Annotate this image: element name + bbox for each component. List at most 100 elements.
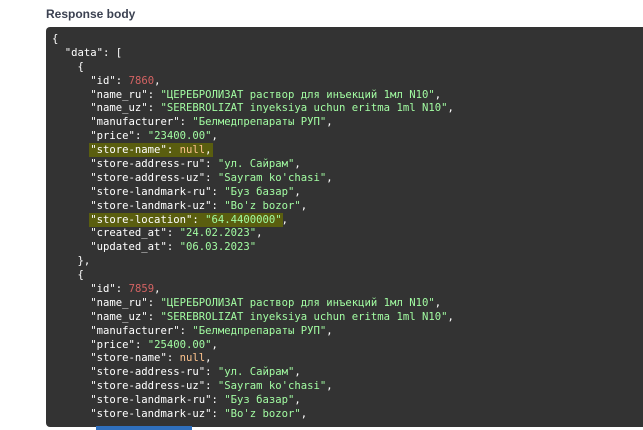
json-key: "price"	[90, 338, 135, 351]
json-key: "name_ru"	[90, 88, 148, 101]
json-punctuation: ,	[326, 116, 333, 129]
json-string: "06.03.2023"	[179, 241, 257, 254]
json-punctuation: ,	[205, 352, 212, 365]
code-line: "store-landmark-ru": "Буз базар",	[52, 186, 454, 200]
json-punctuation: ,	[294, 158, 301, 171]
code-line: "data": [	[52, 47, 454, 61]
json-key-highlighted: "store-location"	[90, 213, 193, 226]
json-punctuation: :	[179, 324, 193, 337]
json-string-highlighted: "64.4400000"	[205, 213, 282, 226]
json-string: "Sayram ko'chasi"	[217, 171, 327, 184]
json-key: "store-address-ru"	[90, 158, 206, 171]
json-number: 7859	[128, 283, 155, 296]
code-line: "store-address-uz": "Sayram ko'chasi",	[52, 172, 454, 186]
json-punctuation: :	[147, 88, 161, 101]
code-line: "manufacturer": "Белмедпрепараты РУП",	[52, 116, 454, 130]
json-punctuation: :	[211, 185, 225, 198]
json-punctuation	[52, 394, 90, 406]
json-punctuation: ,	[211, 338, 218, 351]
json-punctuation	[52, 227, 90, 239]
code-line: },	[52, 255, 454, 269]
code-line: "updated_at": "06.03.2023"	[52, 241, 454, 255]
code-line: "price": "23400.00",	[52, 130, 454, 144]
json-punctuation	[52, 172, 90, 184]
json-string: "Буз базар"	[224, 185, 295, 198]
json-key: "store-address-uz"	[90, 171, 206, 184]
partial-element-bar	[96, 426, 192, 430]
json-key: "id"	[90, 283, 116, 296]
json-punctuation: :	[134, 130, 148, 143]
json-punctuation: :	[147, 296, 161, 309]
json-punctuation	[52, 75, 90, 87]
json-key: "manufacturer"	[90, 116, 180, 129]
json-punctuation	[52, 241, 90, 253]
code-line: "name_uz": "SEREBROLIZAT inyeksiya uchun…	[52, 311, 454, 325]
json-punctuation: :	[205, 366, 218, 379]
json-punctuation: :	[166, 241, 180, 254]
json-number: 7860	[128, 74, 155, 87]
json-punctuation: ,	[294, 185, 301, 198]
json-punctuation: {	[52, 60, 84, 73]
json-key: "store-address-uz"	[90, 380, 206, 393]
json-string: "24.02.2023"	[179, 227, 257, 240]
json-punctuation: ,	[294, 366, 301, 379]
json-punctuation: },	[52, 255, 91, 268]
json-key: "store-landmark-uz"	[90, 199, 212, 212]
json-string: "23400.00"	[147, 130, 212, 143]
json-punctuation-highlighted: ,	[205, 144, 212, 157]
code-line: "manufacturer": "Белмедпрепараты РУП",	[52, 325, 454, 339]
json-string: "ЦЕРЕБРОЛИЗАТ раствор для инъекций 1мл N…	[160, 296, 435, 309]
json-punctuation: : [	[103, 46, 123, 59]
response-body-code-panel[interactable]: { "data": [ { "id": 7860, "name_ru": "ЦЕ…	[46, 27, 643, 427]
json-key: "store-address-ru"	[90, 366, 206, 379]
json-key: "store-landmark-uz"	[90, 408, 212, 421]
json-punctuation: ,	[256, 227, 263, 240]
code-line: "price": "25400.00",	[52, 339, 454, 353]
json-punctuation: :	[166, 227, 180, 240]
json-key-highlighted: "store-name"	[90, 144, 167, 157]
json-punctuation: ,	[326, 380, 333, 393]
code-line: "store-landmark-ru": "Буз базар",	[52, 394, 454, 408]
json-punctuation	[52, 408, 90, 420]
json-punctuation: :	[147, 102, 161, 115]
response-body-title: Response body	[46, 7, 136, 21]
json-key: "id"	[90, 74, 116, 87]
code-line: "store-address-ru": "ул. Сайрам",	[52, 366, 454, 380]
json-punctuation: :	[205, 380, 218, 393]
json-punctuation: :	[179, 116, 193, 129]
json-punctuation	[52, 380, 90, 392]
json-key: "price"	[90, 130, 135, 143]
json-key: "store-name"	[90, 352, 167, 365]
json-punctuation: ,	[434, 88, 442, 101]
json-punctuation	[52, 102, 90, 114]
json-punctuation	[52, 283, 90, 295]
json-punctuation: :	[211, 408, 225, 421]
code-line: "store-name": null,	[52, 144, 454, 158]
json-key: "store-landmark-ru"	[90, 185, 212, 198]
json-punctuation: :	[205, 171, 218, 184]
json-punctuation: ,	[294, 394, 301, 407]
json-string: "25400.00"	[147, 338, 212, 351]
json-key: "name_uz"	[90, 102, 148, 115]
json-punctuation: :	[115, 74, 129, 87]
code-line: "id": 7860,	[52, 75, 454, 89]
json-punctuation: :	[166, 352, 180, 365]
json-literal: null	[179, 352, 206, 365]
json-punctuation	[52, 158, 90, 170]
json-punctuation	[52, 214, 90, 226]
code-line: {	[52, 33, 454, 47]
json-punctuation	[52, 89, 90, 101]
json-string: "Sayram ko'chasi"	[217, 380, 327, 393]
json-key: "store-landmark-ru"	[90, 394, 212, 407]
json-key: "data"	[64, 46, 104, 59]
json-punctuation	[52, 366, 90, 378]
json-key: "updated_at"	[90, 241, 167, 254]
json-punctuation	[52, 339, 90, 351]
code-line: "id": 7859,	[52, 283, 454, 297]
json-punctuation	[52, 116, 90, 128]
json-punctuation: ,	[300, 199, 308, 212]
json-string: "SEREBROLIZAT inyeksiya uchun eritma 1ml…	[160, 102, 448, 115]
json-punctuation: :	[134, 338, 148, 351]
json-punctuation-highlighted: :	[192, 213, 206, 226]
response-json-code[interactable]: { "data": [ { "id": 7860, "name_ru": "ЦЕ…	[52, 33, 454, 422]
